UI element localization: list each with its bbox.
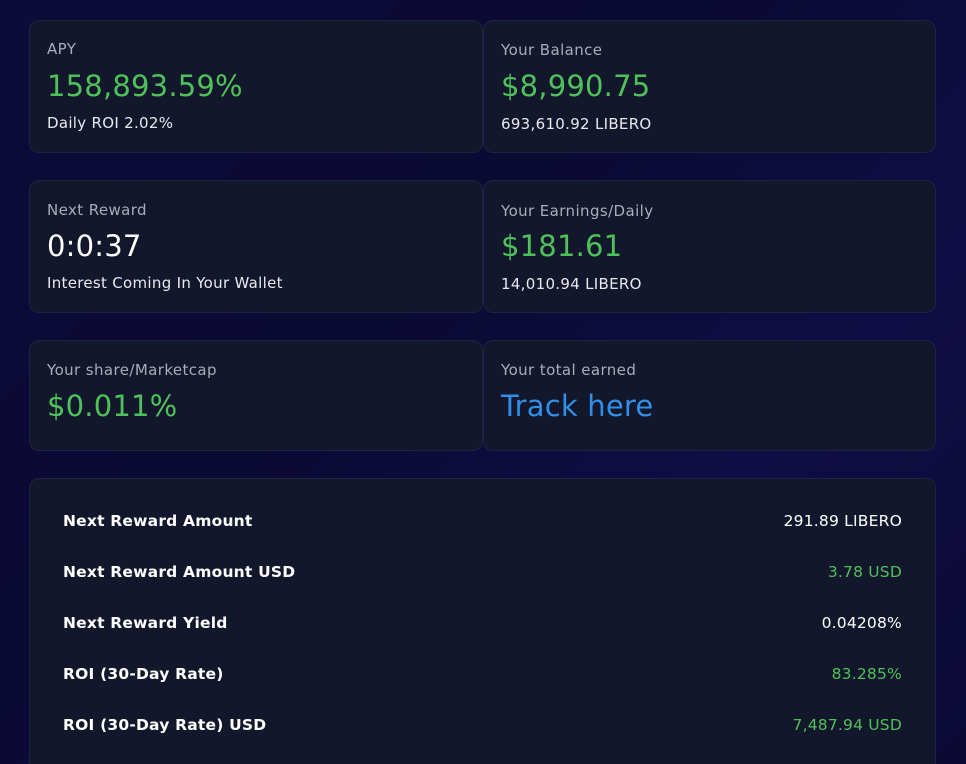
earnings-value: $181.61 (501, 229, 623, 263)
balance-card: Your Balance $8,990.75 693,610.92 LIBERO (483, 20, 936, 153)
details-row: ROI (30-Day Rate) 83.285% (63, 665, 902, 687)
apy-label: APY (47, 40, 77, 58)
next-reward-countdown: 0:0:37 (47, 229, 142, 263)
balance-token-amount: 693,610.92 LIBERO (501, 115, 652, 133)
share-card: Your share/Marketcap $0.011% (29, 340, 483, 451)
next-reward-subtext: Interest Coming In Your Wallet (47, 274, 283, 292)
roi-30-day-value: 83.285% (831, 665, 902, 683)
next-reward-yield-value: 0.04208% (821, 614, 902, 632)
roi-30-day-usd-value: 7,487.94 USD (792, 716, 902, 734)
next-reward-amount-value: 291.89 LIBERO (783, 512, 902, 530)
total-earned-label: Your total earned (501, 361, 637, 379)
earnings-card: Your Earnings/Daily $181.61 14,010.94 LI… (483, 180, 936, 313)
details-row: Next Reward Yield 0.04208% (63, 614, 902, 636)
balance-label: Your Balance (501, 41, 603, 59)
details-row: Next Reward Amount 291.89 LIBERO (63, 512, 902, 534)
next-reward-amount-usd-value: 3.78 USD (827, 563, 902, 581)
share-label: Your share/Marketcap (47, 361, 217, 379)
apy-value: 158,893.59% (47, 69, 243, 103)
roi-30-day-usd-label: ROI (30-Day Rate) USD (63, 716, 267, 734)
balance-value: $8,990.75 (501, 69, 651, 103)
next-reward-amount-usd-label: Next Reward Amount USD (63, 563, 296, 581)
share-value: $0.011% (47, 389, 178, 423)
details-row: ROI (30-Day Rate) USD 7,487.94 USD (63, 716, 902, 738)
daily-roi-text: Daily ROI 2.02% (47, 114, 174, 132)
next-reward-card: Next Reward 0:0:37 Interest Coming In Yo… (29, 180, 483, 313)
reward-details-panel: Next Reward Amount 291.89 LIBERO Next Re… (29, 478, 936, 764)
total-earned-card: Your total earned Track here (483, 340, 936, 451)
details-row: Next Reward Amount USD 3.78 USD (63, 563, 902, 585)
earnings-token-amount: 14,010.94 LIBERO (501, 275, 642, 293)
track-here-link[interactable]: Track here (501, 389, 653, 423)
apy-card: APY 158,893.59% Daily ROI 2.02% (29, 20, 483, 153)
next-reward-amount-label: Next Reward Amount (63, 512, 253, 530)
roi-30-day-label: ROI (30-Day Rate) (63, 665, 224, 683)
next-reward-yield-label: Next Reward Yield (63, 614, 228, 632)
earnings-label: Your Earnings/Daily (501, 202, 654, 220)
next-reward-label: Next Reward (47, 201, 147, 219)
